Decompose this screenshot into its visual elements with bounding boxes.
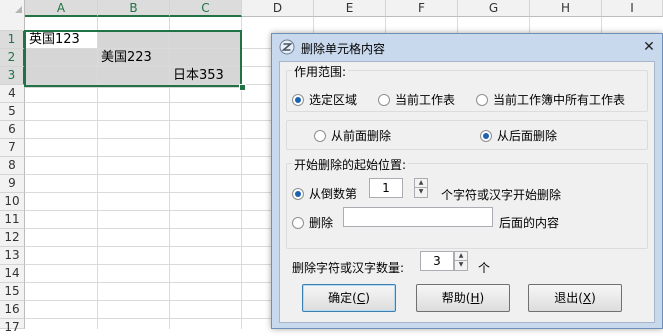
scope-option-selection[interactable]: 选定区域: [292, 91, 357, 108]
start-option-delete-after-suffix: 后面的内容: [499, 216, 560, 230]
row-header-10[interactable]: 10: [0, 193, 25, 211]
spin-up-icon[interactable]: ▲: [415, 179, 427, 188]
ok-button-label: 确定: [328, 291, 353, 305]
scope-option-selection-label: 选定区域: [309, 93, 358, 107]
scope-option-all-sheets[interactable]: 当前工作簿中所有工作表: [476, 91, 625, 108]
direction-option-back[interactable]: 从后面删除: [480, 127, 557, 144]
row-header-4[interactable]: 4: [0, 85, 25, 103]
column-header-e[interactable]: E: [314, 0, 386, 17]
exit-button-accesskey: X: [582, 291, 592, 305]
delete-after-text-input[interactable]: [343, 207, 493, 227]
spin-down-icon[interactable]: ▼: [415, 188, 427, 197]
help-button-accesskey: H: [470, 291, 480, 305]
column-header-d[interactable]: D: [242, 0, 314, 17]
radio-selected-icon: [480, 129, 492, 142]
radio-icon: [378, 93, 390, 106]
count-label: 删除字符或汉字数量:: [292, 261, 405, 275]
start-position-label: 开始删除的起始位置:: [292, 156, 409, 173]
column-header-f[interactable]: F: [386, 0, 458, 17]
dialog-body: 作用范围: 选定区域 当前工作表 当前工作簿中所有工作表 从前面删除 从后面删除…: [279, 61, 655, 323]
start-option-delete-after[interactable]: 删除: [292, 214, 333, 231]
count-unit: 个: [478, 261, 491, 275]
start-option-from-end[interactable]: 从倒数第: [292, 185, 357, 202]
spin-down-icon[interactable]: ▼: [455, 261, 467, 270]
close-icon: ✕: [643, 39, 655, 55]
row-header-17[interactable]: 17: [0, 319, 25, 334]
radio-icon: [314, 129, 326, 142]
row-header-9[interactable]: 9: [0, 175, 25, 193]
start-option-from-end-label: 从倒数第: [309, 187, 358, 201]
column-header-a[interactable]: A: [25, 0, 98, 17]
start-option-from-end-suffix: 个字符或汉字开始删除: [441, 188, 562, 202]
start-option-delete-after-label: 删除: [309, 216, 334, 230]
direction-option-front-label: 从前面删除: [331, 129, 392, 143]
ok-button[interactable]: 确定(C): [302, 284, 396, 312]
row-header-14[interactable]: 14: [0, 265, 25, 283]
direction-option-back-label: 从后面删除: [497, 129, 558, 143]
row-header-7[interactable]: 7: [0, 139, 25, 157]
count-input[interactable]: [420, 251, 454, 271]
row-header-15[interactable]: 15: [0, 283, 25, 301]
row-header-3[interactable]: 3: [0, 67, 25, 85]
row-header-8[interactable]: 8: [0, 157, 25, 175]
start-position-spinner[interactable]: ▲ ▼: [414, 178, 428, 198]
column-header-h[interactable]: H: [530, 0, 602, 17]
exit-button[interactable]: 退出(X): [528, 284, 622, 312]
row-header-16[interactable]: 16: [0, 301, 25, 319]
delete-cell-content-dialog: 删除单元格内容 ✕ 作用范围: 选定区域 当前工作表 当前工作簿中所有工作表 从…: [271, 33, 663, 329]
close-button[interactable]: ✕: [640, 38, 658, 56]
fill-handle[interactable]: [239, 84, 246, 91]
help-button[interactable]: 帮助(H): [416, 284, 510, 312]
column-header-i[interactable]: I: [602, 0, 663, 17]
row-header-5[interactable]: 5: [0, 103, 25, 121]
count-spinner[interactable]: ▲ ▼: [454, 251, 468, 271]
row-header-12[interactable]: 12: [0, 229, 25, 247]
scope-label: 作用范围:: [292, 63, 349, 80]
help-button-label: 帮助: [441, 291, 466, 305]
radio-icon: [292, 216, 304, 229]
row-header-1[interactable]: 1: [0, 31, 25, 49]
row-header-13[interactable]: 13: [0, 247, 25, 265]
column-header-c[interactable]: C: [170, 0, 242, 17]
dialog-title: 删除单元格内容: [301, 42, 386, 56]
row-header-2[interactable]: 2: [0, 49, 25, 67]
row-header-first-blank: [0, 13, 25, 31]
scope-option-current-sheet-label: 当前工作表: [395, 93, 456, 107]
direction-option-front[interactable]: 从前面删除: [314, 127, 391, 144]
row-header-11[interactable]: 11: [0, 211, 25, 229]
ok-button-accesskey: C: [356, 291, 366, 305]
app-logo-icon: [279, 39, 295, 55]
column-header-b[interactable]: B: [98, 0, 170, 17]
dialog-titlebar[interactable]: 删除单元格内容 ✕: [272, 34, 662, 61]
start-position-group: [286, 163, 648, 249]
row-header-6[interactable]: 6: [0, 121, 25, 139]
radio-selected-icon: [292, 187, 304, 200]
column-header-g[interactable]: G: [458, 0, 530, 17]
radio-selected-icon: [292, 93, 304, 106]
selection-border: [24, 30, 242, 87]
spin-up-icon[interactable]: ▲: [455, 252, 467, 261]
radio-icon: [476, 93, 488, 106]
exit-button-label: 退出: [554, 291, 579, 305]
start-position-input[interactable]: [369, 178, 403, 198]
scope-option-all-sheets-label: 当前工作簿中所有工作表: [493, 93, 626, 107]
scope-option-current-sheet[interactable]: 当前工作表: [378, 91, 455, 108]
